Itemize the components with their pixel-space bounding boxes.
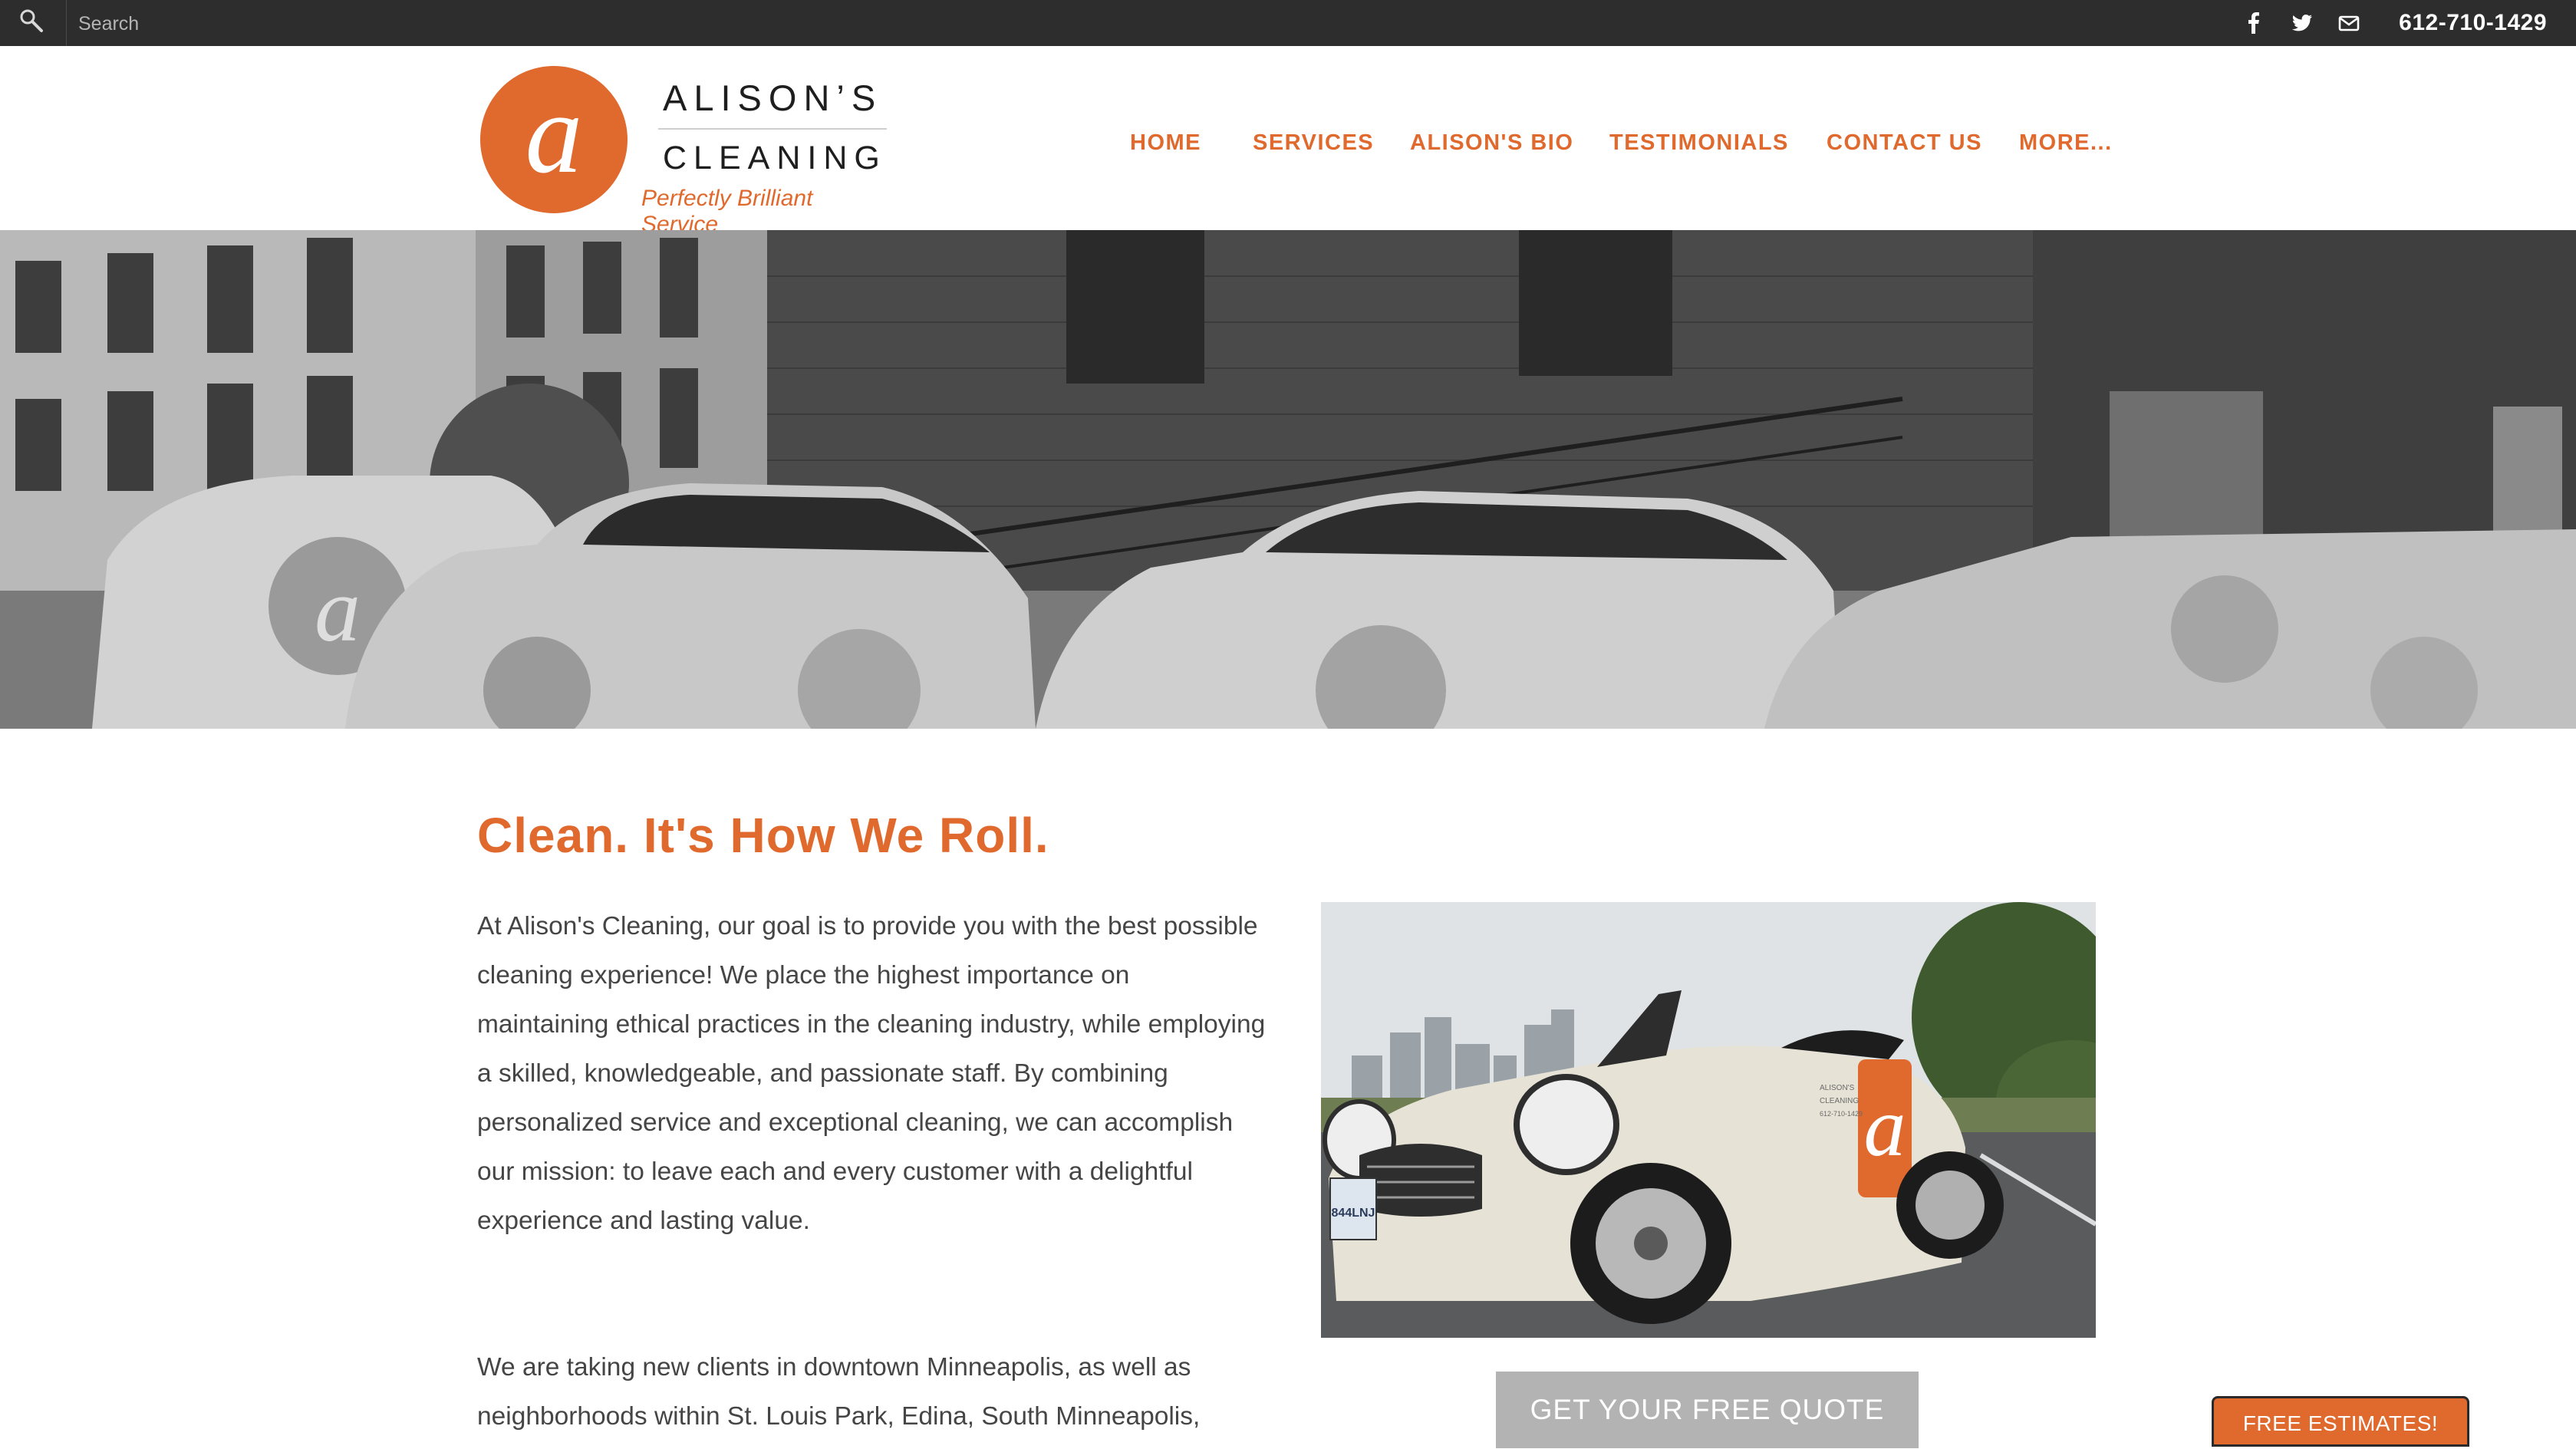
top-utility-bar: 612-710-1429 [0, 0, 2576, 46]
twitter-icon [2291, 14, 2312, 31]
site-header: a ALISON’S CLEANING Perfectly Brilliant … [0, 46, 2576, 237]
svg-text:CLEANING: CLEANING [1820, 1097, 1859, 1105]
search-input[interactable] [77, 7, 617, 41]
intro-paragraph: At Alison's Cleaning, our goal is to pro… [477, 912, 1266, 1235]
convertible-car-image: a ALISON'S CLEANING 612-710-1429 844LNJ [1321, 902, 2096, 1338]
email-link[interactable] [2334, 8, 2364, 38]
facebook-icon [2248, 12, 2259, 34]
hero-cars-image: a [0, 230, 2576, 729]
service-area-paragraph: We are taking new clients in downtown Mi… [477, 1353, 1201, 1431]
svg-text:844LNJ: 844LNJ [1332, 1207, 1375, 1220]
site-logo[interactable]: a ALISON’S CLEANING Perfectly Brilliant … [477, 63, 891, 237]
nav-home[interactable]: HOME [1130, 121, 1201, 164]
free-estimates-button[interactable]: FREE ESTIMATES! [2212, 1396, 2469, 1447]
hero-banner: a [0, 230, 2576, 729]
svg-text:a: a [1864, 1080, 1906, 1174]
facebook-link[interactable] [2238, 8, 2269, 38]
search-button[interactable] [0, 0, 67, 46]
phone-number[interactable]: 612-710-1429 [2399, 3, 2547, 43]
nav-contact-us[interactable]: CONTACT US [1827, 121, 1982, 164]
nav-more[interactable]: MORE... [2019, 121, 2113, 164]
get-free-quote-button[interactable]: GET YOUR FREE QUOTE [1496, 1372, 1919, 1448]
svg-text:ALISON'S: ALISON'S [1820, 1084, 1855, 1092]
logo-brand-line1: ALISON’S [663, 77, 883, 118]
logo-monogram-icon: a [480, 66, 628, 213]
twitter-link[interactable] [2286, 8, 2317, 38]
page-headline: Clean. It's How We Roll. [477, 808, 1049, 863]
logo-brand-line2: CLEANING [663, 140, 887, 176]
car-photo: a ALISON'S CLEANING 612-710-1429 844LNJ [1321, 902, 2096, 1338]
svg-text:a: a [315, 558, 361, 660]
logo-divider [658, 128, 887, 130]
nav-services[interactable]: SERVICES [1253, 121, 1374, 164]
nav-alisons-bio[interactable]: ALISON'S BIO [1410, 121, 1573, 164]
svg-text:612-710-1429: 612-710-1429 [1820, 1110, 1863, 1118]
search-icon [20, 9, 43, 32]
mail-icon [2338, 15, 2360, 31]
nav-testimonials[interactable]: TESTIMONIALS [1609, 121, 1789, 164]
svg-text:a: a [525, 70, 583, 197]
